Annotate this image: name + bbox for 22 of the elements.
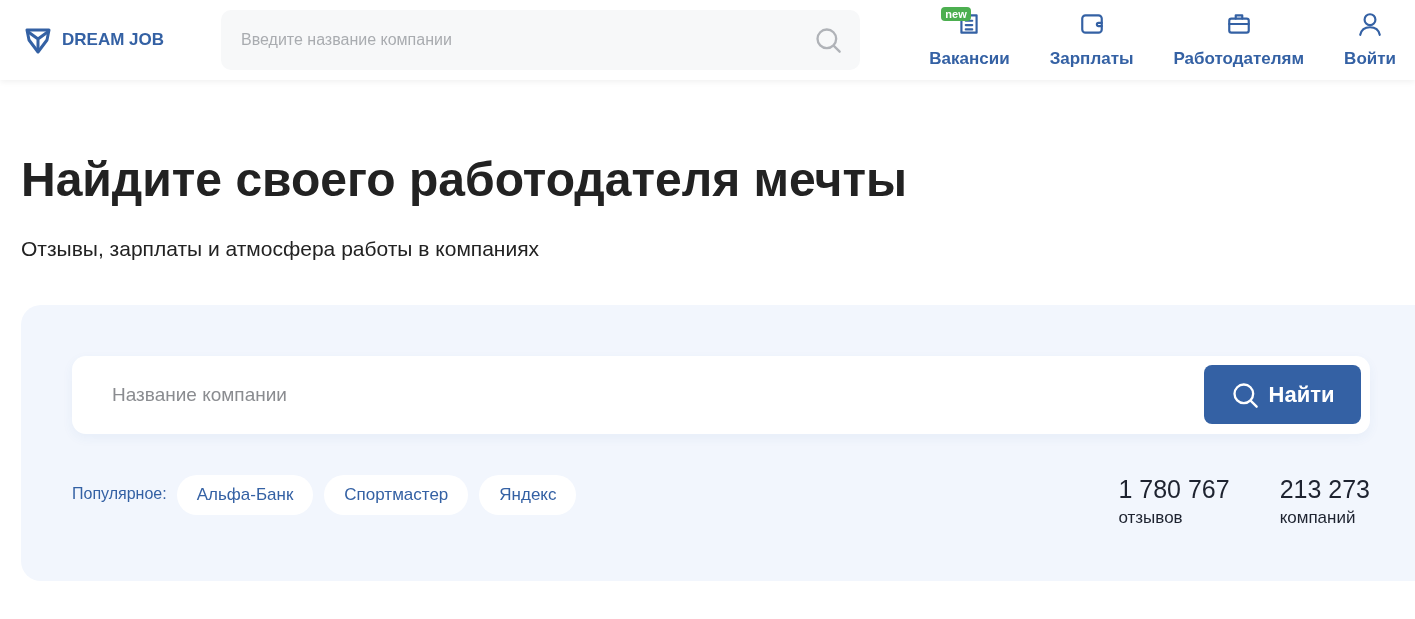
- page-subtitle: Отзывы, зарплаты и атмосфера работы в компаниях: [21, 237, 541, 261]
- find-button[interactable]: Найти: [1204, 365, 1361, 424]
- company-chip[interactable]: Спортмастер: [324, 475, 469, 515]
- stat-label: отзывов: [1118, 508, 1184, 528]
- logo-text: DREAM JOB: [62, 30, 164, 50]
- stat-label: компаний: [1279, 508, 1357, 528]
- briefcase-icon: [1225, 11, 1252, 37]
- nav-link[interactable]: Войти: [1344, 11, 1396, 69]
- page-title: Найдите своего работодателя мечты: [21, 152, 908, 207]
- stat-value: 213 273: [1279, 475, 1370, 504]
- user-icon: [1357, 11, 1384, 37]
- nav-link[interactable]: Работодателям: [1173, 11, 1305, 69]
- new-badge: new: [941, 7, 971, 21]
- search-icon: [1230, 380, 1259, 409]
- company-chip[interactable]: Альфа-Банк: [176, 475, 314, 515]
- popular-label: Популярное:: [72, 485, 167, 503]
- nav-link[interactable]: Зарплаты: [1049, 11, 1134, 69]
- wallet-icon: [1078, 11, 1105, 37]
- search-icon: [814, 26, 842, 54]
- search-field[interactable]: Введите название компании: [221, 10, 860, 70]
- company-chip[interactable]: Яндекс: [479, 475, 577, 515]
- stat-value: 1 780 767: [1118, 475, 1230, 504]
